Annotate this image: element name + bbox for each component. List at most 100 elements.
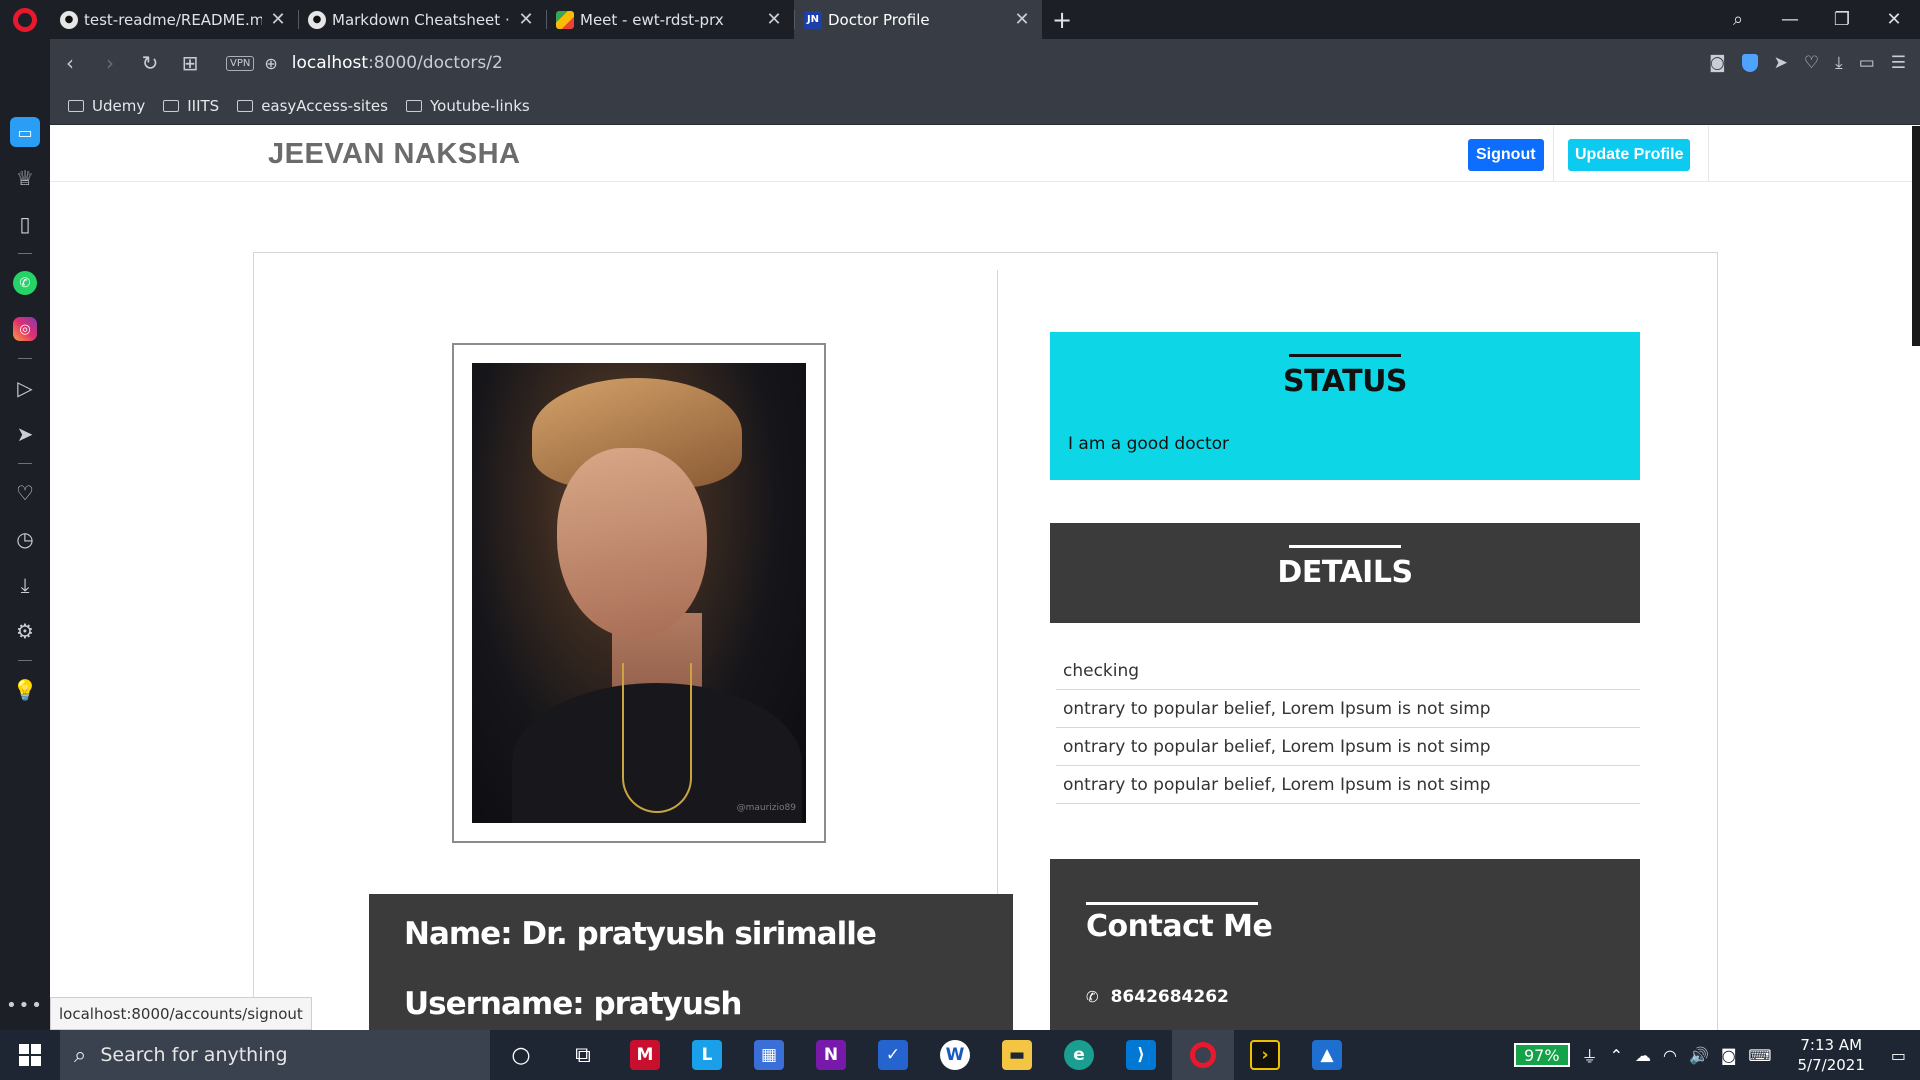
contact-heading-text: Contact Me bbox=[1086, 909, 1273, 944]
bookmark-folder-iiits[interactable]: IIITS bbox=[163, 97, 219, 115]
phone-number: 8642684262 bbox=[1110, 987, 1229, 1007]
easy-setup-icon[interactable]: ☰ bbox=[1891, 53, 1906, 73]
keyboard-icon[interactable]: ⌨ bbox=[1748, 1046, 1771, 1065]
close-icon[interactable]: ✕ bbox=[1014, 9, 1030, 30]
url-input[interactable]: localhost:8000/doctors/2 bbox=[292, 53, 503, 73]
notifications-icon[interactable]: ▭ bbox=[1891, 1046, 1906, 1065]
gear-icon[interactable]: ⚙ bbox=[0, 608, 50, 654]
more-icon[interactable]: ••• bbox=[6, 995, 44, 1016]
close-icon[interactable]: ✕ bbox=[766, 9, 782, 30]
bookmark-folder-easyaccess[interactable]: easyAccess-sites bbox=[237, 97, 388, 115]
store-icon[interactable]: ▦ bbox=[738, 1030, 800, 1080]
task-view-icon[interactable]: ⧉ bbox=[552, 1030, 614, 1080]
whatsapp-icon[interactable]: ✆ bbox=[0, 260, 50, 306]
folder-icon bbox=[68, 99, 84, 112]
site-brand[interactable]: JEEVAN NAKSHA bbox=[268, 138, 521, 171]
heart-icon[interactable]: ♡ bbox=[0, 470, 50, 516]
onenote-icon[interactable]: N bbox=[800, 1030, 862, 1080]
edge-icon[interactable]: e bbox=[1048, 1030, 1110, 1080]
send-icon[interactable]: ➤ bbox=[1774, 53, 1788, 73]
contact-panel: Contact Me ✆ 8642684262 bbox=[1050, 859, 1640, 1030]
volume-icon[interactable]: 🔊 bbox=[1689, 1046, 1709, 1065]
book-icon[interactable]: ▯ bbox=[0, 201, 50, 247]
tab-markdown-cheatsheet[interactable]: ● Markdown Cheatsheet · ad ✕ bbox=[298, 0, 546, 39]
mcafee-icon[interactable]: M bbox=[614, 1030, 676, 1080]
battery-saver-icon[interactable]: ▭ bbox=[1859, 53, 1875, 73]
signout-button[interactable]: Signout bbox=[1468, 139, 1544, 171]
lightbulb-icon[interactable]: 💡 bbox=[0, 667, 50, 713]
browser-sidebar: ▭ ♕ ▯ ✆ ◎ ▷ ➤ ♡ ◷ ⤓ ⚙ 💡 ••• bbox=[0, 39, 50, 1030]
taskbar-clock[interactable]: 7:13 AM 5/7/2021 bbox=[1798, 1035, 1865, 1075]
onedrive-icon[interactable]: ☁ bbox=[1635, 1046, 1651, 1065]
list-item: ontrary to popular belief, Lorem Ipsum i… bbox=[1056, 728, 1640, 766]
page-scrollbar[interactable] bbox=[1912, 126, 1920, 346]
terminal-icon[interactable]: › bbox=[1234, 1030, 1296, 1080]
chevron-up-icon[interactable]: ⌃ bbox=[1610, 1046, 1623, 1065]
phone-icon: ✆ bbox=[1086, 988, 1099, 1006]
new-tab-button[interactable]: + bbox=[1042, 0, 1082, 39]
taskbar-search[interactable]: ⌕ Search for anything bbox=[60, 1030, 490, 1080]
bookmark-label: Youtube-links bbox=[429, 96, 530, 115]
bookmark-label: IIITS bbox=[187, 96, 220, 115]
player-icon[interactable]: ▷ bbox=[0, 365, 50, 411]
opera-menu-icon[interactable] bbox=[0, 0, 50, 39]
camera-icon[interactable]: ◙ bbox=[1721, 1046, 1737, 1065]
folder-icon bbox=[163, 99, 180, 112]
download-icon[interactable]: ⤓ bbox=[1835, 53, 1843, 73]
status-text: I am a good doctor bbox=[1068, 434, 1230, 454]
update-profile-button[interactable]: Update Profile bbox=[1568, 139, 1691, 171]
system-tray: 97% ⏚ ⌃ ☁ ◠ 🔊 ◙ ⌨ 7:13 AM 5/7/2021 ▭ bbox=[1514, 1035, 1920, 1075]
start-button[interactable] bbox=[0, 1044, 60, 1066]
todo-icon[interactable]: ✓ bbox=[862, 1030, 924, 1080]
windows-icon bbox=[19, 1044, 41, 1066]
github-icon: ● bbox=[308, 10, 326, 29]
clock-date: 5/7/2021 bbox=[1797, 1056, 1865, 1074]
details-panel: DETAILS bbox=[1050, 523, 1640, 623]
details-heading-text: DETAILS bbox=[1277, 555, 1413, 590]
wifi-icon[interactable]: ◠ bbox=[1663, 1046, 1677, 1065]
folder-icon bbox=[237, 99, 254, 112]
instagram-icon[interactable]: ◎ bbox=[0, 306, 50, 352]
opera-taskbar-icon[interactable] bbox=[1172, 1030, 1234, 1080]
bookmark-folder-udemy[interactable]: Udemy bbox=[68, 97, 145, 115]
minimize-button[interactable]: — bbox=[1764, 9, 1816, 30]
cortana-icon[interactable]: ○ bbox=[490, 1030, 552, 1080]
reload-icon[interactable]: ↻ bbox=[130, 51, 170, 75]
search-tabs-icon[interactable]: ⌕ bbox=[1712, 9, 1764, 30]
word-circle-icon[interactable]: W bbox=[924, 1030, 986, 1080]
forward-icon[interactable]: › bbox=[90, 51, 130, 75]
launcher-l-icon[interactable]: L bbox=[676, 1030, 738, 1080]
details-list: checking ontrary to popular belief, Lore… bbox=[1056, 652, 1640, 804]
name-panel: Name: Dr. pratyush sirimalle Username: p… bbox=[369, 894, 1013, 1030]
search-icon: ⌕ bbox=[74, 1042, 87, 1068]
profile-photo-frame: @maurizio89 bbox=[452, 343, 826, 843]
power-plug-icon[interactable]: ⏚ bbox=[1582, 1043, 1598, 1067]
close-icon[interactable]: ✕ bbox=[518, 9, 534, 30]
tab-meet[interactable]: Meet - ewt-rdst-prx ✕ bbox=[546, 0, 794, 39]
shield-icon[interactable] bbox=[1741, 54, 1758, 72]
workspace-icon[interactable]: ▭ bbox=[0, 109, 50, 155]
download-icon[interactable]: ⤓ bbox=[0, 562, 50, 608]
profile-photo: @maurizio89 bbox=[472, 363, 806, 823]
tab-title: Doctor Profile bbox=[828, 10, 930, 29]
close-icon[interactable]: ✕ bbox=[270, 9, 286, 30]
speed-dial-icon[interactable]: ⊞ bbox=[170, 51, 210, 75]
vpn-badge[interactable]: VPN bbox=[226, 55, 255, 71]
back-icon[interactable]: ‹ bbox=[50, 51, 90, 75]
send-icon[interactable]: ➤ bbox=[0, 411, 50, 457]
heart-icon[interactable]: ♡ bbox=[1804, 53, 1819, 73]
file-explorer-icon[interactable]: ▬ bbox=[986, 1030, 1048, 1080]
camera-icon[interactable]: ◙ bbox=[1709, 53, 1726, 73]
restore-button[interactable]: ❐ bbox=[1816, 9, 1868, 30]
photos-icon[interactable]: ▲ bbox=[1296, 1030, 1358, 1080]
vscode-icon[interactable]: ⟩ bbox=[1110, 1030, 1172, 1080]
close-window-button[interactable]: ✕ bbox=[1868, 9, 1920, 30]
windows-taskbar: ⌕ Search for anything ○ ⧉ M L ▦ N ✓ W ▬ … bbox=[0, 1030, 1920, 1080]
bookmark-label: Udemy bbox=[92, 96, 146, 115]
tab-doctor-profile[interactable]: JN Doctor Profile ✕ bbox=[794, 0, 1042, 39]
tab-readme[interactable]: ● test-readme/README.md a ✕ bbox=[50, 0, 298, 39]
bookmark-folder-youtube[interactable]: Youtube-links bbox=[405, 96, 530, 115]
battery-indicator[interactable]: 97% bbox=[1514, 1043, 1570, 1067]
clock-icon[interactable]: ◷ bbox=[0, 516, 50, 562]
crown-icon[interactable]: ♕ bbox=[0, 155, 50, 201]
